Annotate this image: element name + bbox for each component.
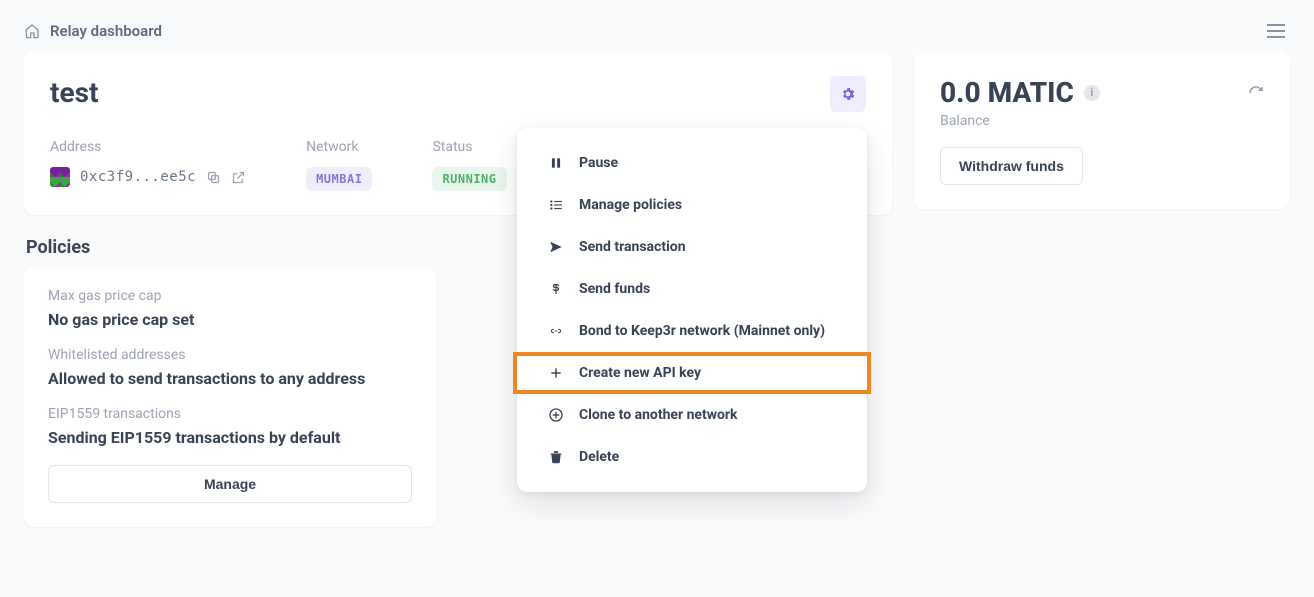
address-label: Address (50, 139, 246, 155)
policy-item: Whitelisted addresses Allowed to send tr… (48, 347, 412, 388)
menu-item-delete[interactable]: Delete (517, 436, 867, 478)
breadcrumb[interactable]: Relay dashboard (24, 22, 162, 40)
topbar: Relay dashboard (0, 0, 1314, 52)
menu-item-label: Create new API key (579, 365, 701, 381)
menu-item-label: Send funds (579, 281, 650, 297)
policy-item: Max gas price cap No gas price cap set (48, 288, 412, 329)
address-value: 0xc3f9...ee5c (80, 169, 196, 185)
plus-icon (547, 366, 565, 380)
policy-label: Max gas price cap (48, 288, 412, 304)
settings-button[interactable] (830, 76, 866, 112)
balance-label: Balance (940, 113, 1264, 129)
withdraw-funds-button[interactable]: Withdraw funds (940, 147, 1083, 185)
status-block: Status RUNNING (432, 139, 506, 191)
menu-item-label: Pause (579, 155, 618, 171)
policy-value: No gas price cap set (48, 310, 412, 329)
policies-card: Max gas price cap No gas price cap set W… (24, 268, 436, 527)
network-label: Network (306, 139, 372, 155)
status-label: Status (432, 139, 506, 155)
hamburger-icon[interactable] (1266, 23, 1286, 39)
policy-label: Whitelisted addresses (48, 347, 412, 363)
send-icon (547, 240, 565, 254)
menu-item-label: Send transaction (579, 239, 686, 255)
balance-amount: 0.0 MATIC (940, 76, 1074, 109)
info-icon[interactable]: i (1084, 85, 1100, 101)
menu-item-send-funds[interactable]: Send funds (517, 268, 867, 310)
balance-card: 0.0 MATIC i Balance Withdraw funds (914, 52, 1290, 209)
menu-item-create-api-key[interactable]: Create new API key (513, 352, 871, 394)
network-badge: MUMBAI (306, 167, 372, 191)
clone-icon (547, 407, 565, 423)
breadcrumb-title: Relay dashboard (50, 22, 162, 40)
manage-policies-button[interactable]: Manage (48, 465, 412, 503)
policy-item: EIP1559 transactions Sending EIP1559 tra… (48, 406, 412, 447)
settings-menu: Pause Manage policies Send transaction S… (517, 128, 867, 492)
policy-label: EIP1559 transactions (48, 406, 412, 422)
address-block: Address 0xc3f9...ee5c (50, 139, 246, 191)
policy-value: Sending EIP1559 transactions by default (48, 428, 412, 447)
list-icon (547, 198, 565, 212)
policy-value: Allowed to send transactions to any addr… (48, 369, 412, 388)
network-block: Network MUMBAI (306, 139, 372, 191)
menu-item-clone-network[interactable]: Clone to another network (517, 394, 867, 436)
menu-item-label: Manage policies (579, 197, 682, 213)
menu-item-bond-keep3r[interactable]: Bond to Keep3r network (Mainnet only) (517, 310, 867, 352)
menu-item-manage-policies[interactable]: Manage policies (517, 184, 867, 226)
copy-icon[interactable] (206, 170, 221, 185)
menu-item-label: Delete (579, 449, 619, 465)
trash-icon (547, 449, 565, 465)
dollar-icon (547, 281, 565, 297)
avatar (50, 167, 70, 187)
pause-icon (547, 156, 565, 170)
status-badge: RUNNING (432, 167, 506, 191)
relayer-name: test (50, 76, 98, 109)
menu-item-pause[interactable]: Pause (517, 142, 867, 184)
home-icon (24, 23, 40, 39)
external-link-icon[interactable] (231, 170, 246, 185)
link-icon (547, 326, 565, 336)
menu-item-send-transaction[interactable]: Send transaction (517, 226, 867, 268)
refresh-icon[interactable] (1248, 85, 1264, 101)
menu-item-label: Clone to another network (579, 407, 738, 423)
gear-icon (840, 86, 856, 102)
menu-item-label: Bond to Keep3r network (Mainnet only) (579, 323, 825, 339)
